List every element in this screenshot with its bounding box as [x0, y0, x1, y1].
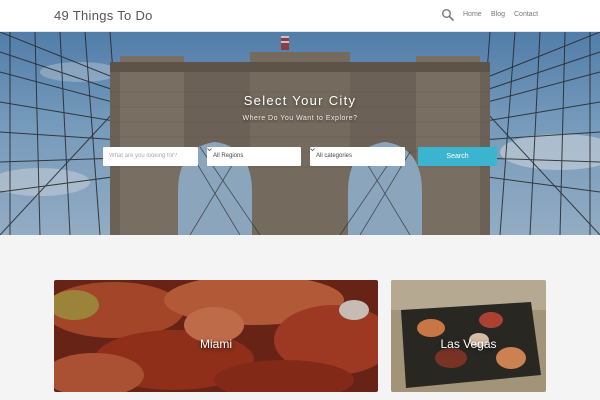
region-select[interactable]: All Regions: [207, 147, 301, 166]
search-icon[interactable]: [441, 8, 455, 22]
chevron-down-icon: [310, 148, 315, 152]
hero-banner: Select Your City Where Do You Want to Ex…: [0, 32, 600, 235]
site-header: 49 Things To Do Home Blog Contact: [0, 0, 600, 32]
nav-home[interactable]: Home: [463, 11, 482, 18]
nav-blog[interactable]: Blog: [491, 11, 505, 18]
hero-subtitle: Where Do You Want to Explore?: [242, 115, 358, 122]
las-vegas-image: [391, 280, 546, 392]
region-select-value: All Regions: [213, 153, 244, 159]
hero-title: Select Your City: [243, 93, 357, 108]
category-select[interactable]: All categories: [310, 147, 405, 166]
site-logo[interactable]: 49 Things To Do: [54, 8, 153, 23]
chevron-down-icon: [207, 148, 212, 152]
nav-contact[interactable]: Contact: [514, 11, 538, 18]
city-name: Las Vegas: [440, 337, 497, 351]
search-button[interactable]: Search: [418, 147, 497, 166]
category-select-value: All categories: [316, 153, 353, 159]
miami-image: [54, 280, 378, 392]
city-card-las-vegas[interactable]: Las Vegas: [391, 280, 546, 392]
city-card-miami[interactable]: Miami: [54, 280, 378, 392]
city-name: Miami: [200, 337, 232, 351]
keyword-search-input[interactable]: [103, 147, 198, 166]
bridge-image: [0, 32, 600, 235]
